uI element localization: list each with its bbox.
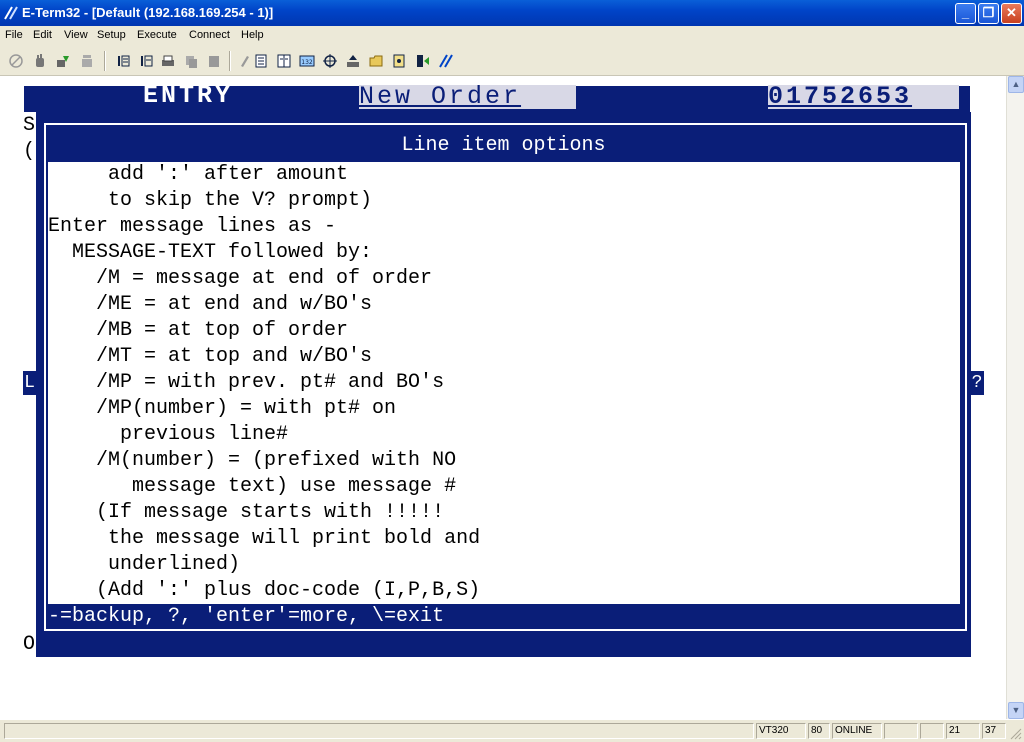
header-entry: ENTRY	[143, 81, 234, 110]
dialog-line: message text) use message #	[48, 475, 457, 498]
dialog-line: /MP = with prev. pt# and BO's	[48, 371, 445, 394]
app-icon	[4, 6, 18, 20]
dialog-line: previous line#	[48, 423, 289, 446]
background-char: (	[23, 140, 36, 163]
folder-icon[interactable]	[366, 51, 386, 71]
eterm-icon[interactable]	[436, 51, 456, 71]
status-bar: VT320 80 ONLINE 21 37	[0, 719, 1024, 742]
window-title: E-Term32 - [Default (192.168.169.254 - 1…	[22, 5, 274, 20]
svg-text:132: 132	[301, 59, 313, 66]
toolbar-separator	[104, 51, 106, 71]
dialog-body: add ':' after amount to skip the V? prom…	[48, 162, 960, 604]
print-icon[interactable]	[158, 51, 178, 71]
toolbar-separator	[229, 51, 231, 71]
close-button[interactable]: ✕	[1001, 3, 1022, 24]
dialog-line: Enter message lines as -	[48, 215, 337, 238]
status-row: 21	[946, 723, 980, 739]
hand-icon[interactable]	[30, 51, 50, 71]
menu-help[interactable]: Help	[241, 29, 264, 41]
dialog-line: /M(number) = (prefixed with NO	[48, 449, 457, 472]
paste-icon[interactable]	[204, 51, 224, 71]
dialog-title: Line item options	[401, 134, 606, 157]
minimize-button[interactable]: _	[955, 3, 976, 24]
dialog-line: /MT = at top and w/BO's	[48, 345, 373, 368]
status-connection: ONLINE	[832, 723, 882, 739]
toolbar: 132	[0, 46, 1024, 76]
columns-icon[interactable]	[274, 51, 294, 71]
dialog-line: /MP(number) = with pt# on	[48, 397, 397, 420]
dialog-line: /M = message at end of order	[48, 267, 433, 290]
menu-setup[interactable]: Setup	[97, 29, 126, 41]
receive-file-icon[interactable]	[136, 51, 156, 71]
status-emulation: VT320	[756, 723, 806, 739]
vertical-scrollbar[interactable]: ▲ ▼	[1006, 76, 1024, 719]
menu-view[interactable]: View	[64, 29, 88, 41]
menu-connect[interactable]: Connect	[189, 29, 230, 41]
send-file-icon[interactable]	[113, 51, 133, 71]
menu-edit[interactable]: Edit	[33, 29, 52, 41]
header-order-number: 01752653	[768, 84, 959, 109]
status-columns: 80	[808, 723, 830, 739]
upload-icon[interactable]	[343, 51, 363, 71]
status-col: 37	[982, 723, 1006, 739]
document-icon[interactable]	[389, 51, 409, 71]
dialog-footer-prompt: -=backup, ?, 'enter'=more, \=exit	[48, 605, 457, 628]
line-item-options-dialog: Line item options add ':' after amount t…	[36, 112, 971, 657]
dialog-line: underlined)	[48, 553, 241, 576]
screen-132-icon[interactable]: 132	[297, 51, 317, 71]
status-empty	[920, 723, 944, 739]
target-icon[interactable]	[320, 51, 340, 71]
restore-button[interactable]: ❐	[978, 3, 999, 24]
background-char: ?	[970, 371, 984, 395]
background-char: O	[23, 633, 36, 656]
scroll-down-icon[interactable]: ▼	[1008, 702, 1024, 719]
page-icon[interactable]	[251, 51, 271, 71]
background-char: S	[23, 114, 36, 137]
menu-bar: File Edit View Setup Execute Connect Hel…	[0, 26, 1024, 46]
status-empty	[884, 723, 918, 739]
dialog-line: (If message starts with !!!!!	[48, 501, 445, 524]
background-char: L	[23, 371, 36, 395]
menu-file[interactable]: File	[5, 29, 23, 41]
scroll-up-icon[interactable]: ▲	[1008, 76, 1024, 93]
dialog-line: /MB = at top of order	[48, 319, 349, 342]
terminal-screen[interactable]: ENTRY New Order 01752653 S ( L ? O Line …	[0, 76, 1006, 719]
dialog-line: add ':' after amount	[48, 163, 349, 186]
status-message	[4, 723, 754, 739]
copy-icon[interactable]	[181, 51, 201, 71]
resize-grip-icon[interactable]	[1008, 726, 1022, 740]
dialog-line: MESSAGE-TEXT followed by:	[48, 241, 373, 264]
phone-icon[interactable]	[77, 51, 97, 71]
dialog-line: (Add ':' plus doc-code (I,P,B,S)	[48, 579, 481, 602]
title-bar[interactable]: E-Term32 - [Default (192.168.169.254 - 1…	[0, 0, 1024, 26]
connect-icon[interactable]	[53, 51, 73, 71]
menu-execute[interactable]: Execute	[137, 29, 177, 41]
disconnect-icon[interactable]	[6, 51, 26, 71]
header-screen-name: New Order	[359, 84, 576, 109]
dialog-line: to skip the V? prompt)	[48, 189, 373, 212]
dialog-line: the message will print bold and	[48, 527, 481, 550]
dialog-line: /ME = at end and w/BO's	[48, 293, 373, 316]
exit-icon[interactable]	[412, 51, 432, 71]
